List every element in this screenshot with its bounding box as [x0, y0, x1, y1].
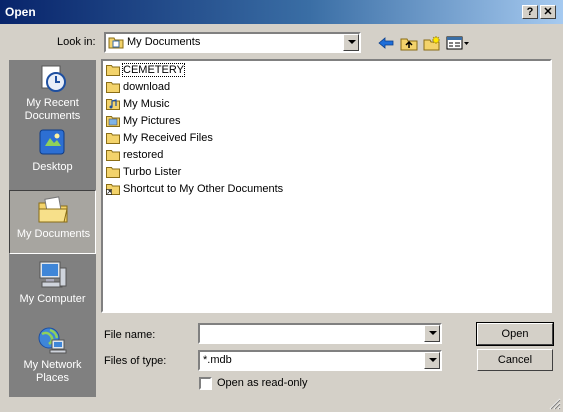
window-title: Open [5, 5, 36, 19]
resize-grip-icon[interactable] [549, 398, 561, 410]
file-name-text: Shortcut to My Other Documents [123, 183, 284, 195]
open-button[interactable]: Open [476, 322, 554, 346]
music-folder-icon [106, 99, 120, 110]
close-button[interactable]: ✕ [540, 5, 556, 19]
back-arrow-icon[interactable] [377, 35, 395, 51]
network-places-icon [38, 327, 67, 354]
file-name-text: My Received Files [123, 132, 213, 144]
file-name-text: My Pictures [123, 115, 181, 127]
view-menu-icon[interactable] [446, 35, 470, 51]
folder-icon [106, 65, 120, 76]
places-bar: My Recent Documents Desktop My Documents… [9, 60, 96, 397]
file-list[interactable]: CEMETERY download My Music My Pictures M… [101, 59, 552, 313]
place-my-network-places[interactable]: My Network Places [9, 322, 96, 386]
place-label: My Documents [16, 228, 91, 240]
place-label: Desktop [32, 161, 73, 173]
folder-icon [106, 82, 120, 93]
look-in-dropdown-button[interactable] [343, 34, 359, 51]
folder-icon [106, 133, 120, 144]
place-my-documents[interactable]: My Documents [9, 190, 96, 254]
files-of-type-value: *.mdb [203, 354, 232, 366]
cancel-button[interactable]: Cancel [477, 349, 553, 371]
folder-icon [106, 167, 120, 178]
look-in-combo[interactable]: My Documents [104, 32, 361, 53]
file-name-text: Turbo Lister [123, 166, 182, 178]
file-name-label: File name: [104, 329, 156, 341]
files-of-type-label: Files of type: [104, 355, 167, 367]
title-bar: Open ? ✕ [0, 0, 563, 24]
folder-icon [106, 150, 120, 161]
place-label: My Recent Documents [24, 97, 81, 122]
files-of-type-combo[interactable]: *.mdb [198, 350, 442, 371]
file-name-combo[interactable] [198, 323, 442, 344]
up-folder-icon[interactable] [400, 35, 418, 51]
my-computer-icon [39, 261, 67, 288]
place-label: My Computer [19, 293, 86, 305]
new-folder-icon[interactable] [423, 35, 441, 51]
place-my-recent-documents[interactable]: My Recent Documents [9, 60, 96, 124]
shortcut-icon [106, 184, 120, 195]
desktop-icon [39, 129, 65, 155]
place-my-computer[interactable]: My Computer [9, 256, 96, 320]
place-label: My Network Places [23, 359, 82, 384]
read-only-checkbox[interactable] [199, 377, 212, 390]
look-in-value: My Documents [127, 36, 201, 48]
my-documents-small-icon [108, 37, 124, 49]
help-button[interactable]: ? [522, 5, 538, 19]
file-name-text: CEMETERY [122, 63, 185, 77]
file-name-text: restored [123, 149, 164, 161]
look-in-label: Look in: [57, 36, 96, 48]
my-documents-icon [38, 196, 68, 223]
file-name-dropdown-button[interactable] [424, 325, 440, 342]
place-desktop[interactable]: Desktop [9, 124, 96, 188]
pictures-folder-icon [106, 116, 120, 127]
read-only-label[interactable]: Open as read-only [217, 377, 308, 389]
recent-documents-icon [41, 65, 66, 92]
file-name-text: download [123, 81, 171, 93]
files-of-type-dropdown-button[interactable] [424, 352, 440, 369]
file-name-text: My Music [123, 98, 170, 110]
